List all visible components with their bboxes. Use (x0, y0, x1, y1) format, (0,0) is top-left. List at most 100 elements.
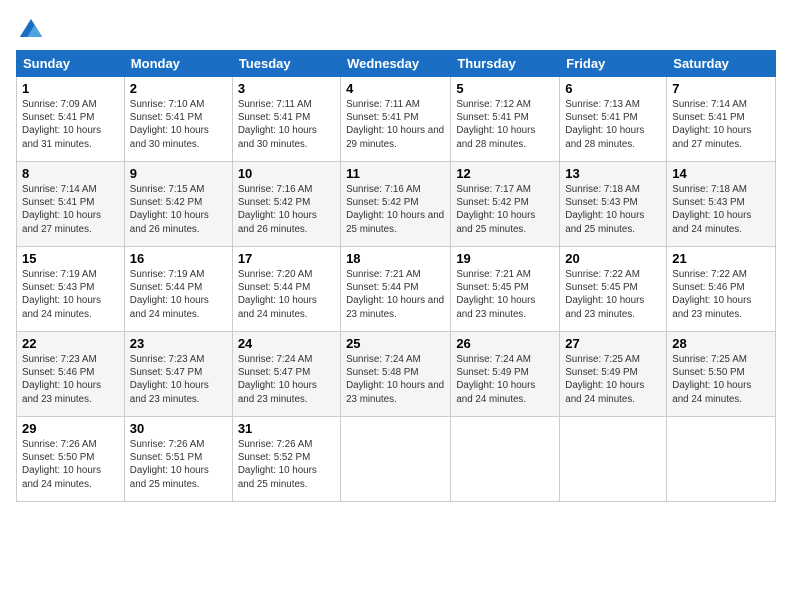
calendar-cell: 31 Sunrise: 7:26 AM Sunset: 5:52 PM Dayl… (232, 417, 340, 502)
day-number: 11 (346, 166, 445, 181)
calendar-cell: 3 Sunrise: 7:11 AM Sunset: 5:41 PM Dayli… (232, 77, 340, 162)
day-number: 24 (238, 336, 335, 351)
calendar-cell: 17 Sunrise: 7:20 AM Sunset: 5:44 PM Dayl… (232, 247, 340, 332)
calendar-cell: 10 Sunrise: 7:16 AM Sunset: 5:42 PM Dayl… (232, 162, 340, 247)
calendar-cell: 27 Sunrise: 7:25 AM Sunset: 5:49 PM Dayl… (560, 332, 667, 417)
day-number: 4 (346, 81, 445, 96)
day-number: 16 (130, 251, 227, 266)
calendar-cell: 23 Sunrise: 7:23 AM Sunset: 5:47 PM Dayl… (124, 332, 232, 417)
day-info: Sunrise: 7:24 AM Sunset: 5:48 PM Dayligh… (346, 353, 445, 406)
day-info: Sunrise: 7:12 AM Sunset: 5:41 PM Dayligh… (456, 98, 554, 151)
day-info: Sunrise: 7:26 AM Sunset: 5:52 PM Dayligh… (238, 438, 335, 491)
day-info: Sunrise: 7:16 AM Sunset: 5:42 PM Dayligh… (238, 183, 335, 236)
day-number: 1 (22, 81, 119, 96)
day-number: 22 (22, 336, 119, 351)
day-info: Sunrise: 7:23 AM Sunset: 5:47 PM Dayligh… (130, 353, 227, 406)
day-info: Sunrise: 7:18 AM Sunset: 5:43 PM Dayligh… (565, 183, 661, 236)
day-number: 3 (238, 81, 335, 96)
calendar-cell: 26 Sunrise: 7:24 AM Sunset: 5:49 PM Dayl… (451, 332, 560, 417)
calendar-cell: 30 Sunrise: 7:26 AM Sunset: 5:51 PM Dayl… (124, 417, 232, 502)
week-row-5: 29 Sunrise: 7:26 AM Sunset: 5:50 PM Dayl… (17, 417, 776, 502)
day-info: Sunrise: 7:19 AM Sunset: 5:43 PM Dayligh… (22, 268, 119, 321)
day-info: Sunrise: 7:22 AM Sunset: 5:46 PM Dayligh… (672, 268, 770, 321)
calendar-cell: 7 Sunrise: 7:14 AM Sunset: 5:41 PM Dayli… (667, 77, 776, 162)
day-number: 31 (238, 421, 335, 436)
day-number: 29 (22, 421, 119, 436)
day-info: Sunrise: 7:14 AM Sunset: 5:41 PM Dayligh… (22, 183, 119, 236)
day-info: Sunrise: 7:26 AM Sunset: 5:50 PM Dayligh… (22, 438, 119, 491)
weekday-header-monday: Monday (124, 51, 232, 77)
week-row-2: 8 Sunrise: 7:14 AM Sunset: 5:41 PM Dayli… (17, 162, 776, 247)
day-number: 5 (456, 81, 554, 96)
day-number: 17 (238, 251, 335, 266)
day-info: Sunrise: 7:21 AM Sunset: 5:45 PM Dayligh… (456, 268, 554, 321)
calendar-cell: 16 Sunrise: 7:19 AM Sunset: 5:44 PM Dayl… (124, 247, 232, 332)
day-info: Sunrise: 7:22 AM Sunset: 5:45 PM Dayligh… (565, 268, 661, 321)
day-number: 23 (130, 336, 227, 351)
day-info: Sunrise: 7:10 AM Sunset: 5:41 PM Dayligh… (130, 98, 227, 151)
logo (16, 16, 48, 40)
week-row-1: 1 Sunrise: 7:09 AM Sunset: 5:41 PM Dayli… (17, 77, 776, 162)
calendar-cell: 18 Sunrise: 7:21 AM Sunset: 5:44 PM Dayl… (341, 247, 451, 332)
day-number: 30 (130, 421, 227, 436)
day-info: Sunrise: 7:24 AM Sunset: 5:49 PM Dayligh… (456, 353, 554, 406)
calendar-cell: 19 Sunrise: 7:21 AM Sunset: 5:45 PM Dayl… (451, 247, 560, 332)
day-number: 28 (672, 336, 770, 351)
calendar-cell: 15 Sunrise: 7:19 AM Sunset: 5:43 PM Dayl… (17, 247, 125, 332)
day-number: 21 (672, 251, 770, 266)
calendar-cell: 8 Sunrise: 7:14 AM Sunset: 5:41 PM Dayli… (17, 162, 125, 247)
day-info: Sunrise: 7:16 AM Sunset: 5:42 PM Dayligh… (346, 183, 445, 236)
calendar-cell: 14 Sunrise: 7:18 AM Sunset: 5:43 PM Dayl… (667, 162, 776, 247)
day-number: 7 (672, 81, 770, 96)
day-number: 19 (456, 251, 554, 266)
calendar-cell: 6 Sunrise: 7:13 AM Sunset: 5:41 PM Dayli… (560, 77, 667, 162)
day-number: 14 (672, 166, 770, 181)
weekday-header-saturday: Saturday (667, 51, 776, 77)
calendar-cell (451, 417, 560, 502)
calendar-cell (560, 417, 667, 502)
calendar-cell: 22 Sunrise: 7:23 AM Sunset: 5:46 PM Dayl… (17, 332, 125, 417)
calendar-table: SundayMondayTuesdayWednesdayThursdayFrid… (16, 50, 776, 502)
day-info: Sunrise: 7:21 AM Sunset: 5:44 PM Dayligh… (346, 268, 445, 321)
calendar-cell: 12 Sunrise: 7:17 AM Sunset: 5:42 PM Dayl… (451, 162, 560, 247)
calendar-cell: 11 Sunrise: 7:16 AM Sunset: 5:42 PM Dayl… (341, 162, 451, 247)
weekday-header-row: SundayMondayTuesdayWednesdayThursdayFrid… (17, 51, 776, 77)
day-info: Sunrise: 7:09 AM Sunset: 5:41 PM Dayligh… (22, 98, 119, 151)
day-number: 20 (565, 251, 661, 266)
day-info: Sunrise: 7:17 AM Sunset: 5:42 PM Dayligh… (456, 183, 554, 236)
weekday-header-wednesday: Wednesday (341, 51, 451, 77)
calendar-cell: 13 Sunrise: 7:18 AM Sunset: 5:43 PM Dayl… (560, 162, 667, 247)
day-number: 27 (565, 336, 661, 351)
day-info: Sunrise: 7:18 AM Sunset: 5:43 PM Dayligh… (672, 183, 770, 236)
week-row-4: 22 Sunrise: 7:23 AM Sunset: 5:46 PM Dayl… (17, 332, 776, 417)
header (16, 16, 776, 40)
calendar-cell: 28 Sunrise: 7:25 AM Sunset: 5:50 PM Dayl… (667, 332, 776, 417)
day-number: 26 (456, 336, 554, 351)
weekday-header-sunday: Sunday (17, 51, 125, 77)
calendar-cell: 2 Sunrise: 7:10 AM Sunset: 5:41 PM Dayli… (124, 77, 232, 162)
logo-icon (16, 16, 46, 40)
day-info: Sunrise: 7:14 AM Sunset: 5:41 PM Dayligh… (672, 98, 770, 151)
day-number: 8 (22, 166, 119, 181)
day-info: Sunrise: 7:20 AM Sunset: 5:44 PM Dayligh… (238, 268, 335, 321)
calendar-cell: 21 Sunrise: 7:22 AM Sunset: 5:46 PM Dayl… (667, 247, 776, 332)
day-number: 2 (130, 81, 227, 96)
day-info: Sunrise: 7:26 AM Sunset: 5:51 PM Dayligh… (130, 438, 227, 491)
day-number: 6 (565, 81, 661, 96)
day-info: Sunrise: 7:19 AM Sunset: 5:44 PM Dayligh… (130, 268, 227, 321)
calendar-cell: 9 Sunrise: 7:15 AM Sunset: 5:42 PM Dayli… (124, 162, 232, 247)
day-number: 25 (346, 336, 445, 351)
weekday-header-friday: Friday (560, 51, 667, 77)
page-container: SundayMondayTuesdayWednesdayThursdayFrid… (0, 0, 792, 512)
day-number: 10 (238, 166, 335, 181)
calendar-cell (341, 417, 451, 502)
calendar-cell: 24 Sunrise: 7:24 AM Sunset: 5:47 PM Dayl… (232, 332, 340, 417)
weekday-header-thursday: Thursday (451, 51, 560, 77)
week-row-3: 15 Sunrise: 7:19 AM Sunset: 5:43 PM Dayl… (17, 247, 776, 332)
day-info: Sunrise: 7:25 AM Sunset: 5:50 PM Dayligh… (672, 353, 770, 406)
day-number: 15 (22, 251, 119, 266)
day-info: Sunrise: 7:11 AM Sunset: 5:41 PM Dayligh… (346, 98, 445, 151)
day-info: Sunrise: 7:15 AM Sunset: 5:42 PM Dayligh… (130, 183, 227, 236)
weekday-header-tuesday: Tuesday (232, 51, 340, 77)
day-info: Sunrise: 7:13 AM Sunset: 5:41 PM Dayligh… (565, 98, 661, 151)
